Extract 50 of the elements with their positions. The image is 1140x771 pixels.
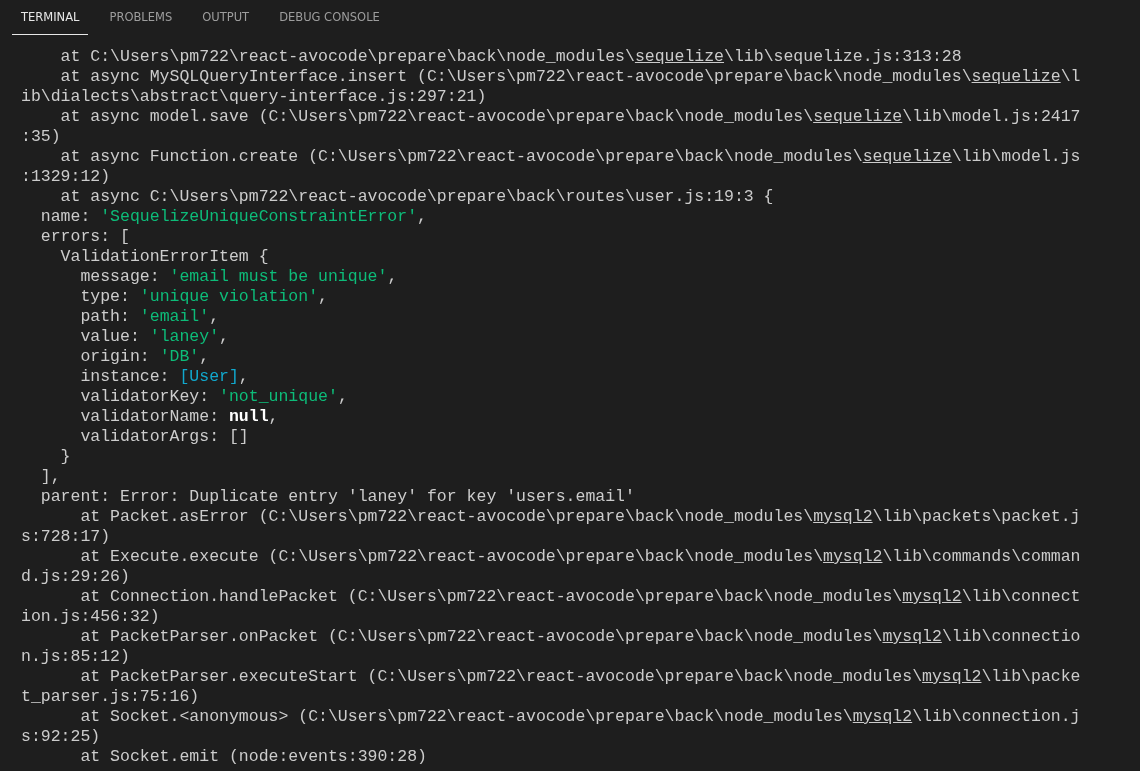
file-link[interactable]: mysql2: [852, 707, 913, 726]
file-link[interactable]: sequelize: [634, 47, 725, 66]
panel-tab[interactable]: OUTPUT: [193, 0, 259, 35]
file-link[interactable]: sequelize: [813, 107, 903, 126]
panel-tab[interactable]: PROBLEMS: [100, 0, 182, 35]
file-link[interactable]: mysql2: [922, 667, 982, 686]
terminal-line: path: 'email',: [79, 307, 221, 327]
terminal-line: }: [59, 447, 72, 467]
terminal-line: validatorArgs: []: [79, 427, 250, 447]
terminal-line: value: 'laney',: [79, 327, 230, 347]
terminal-line: at C:\Users\pm722\react-avocode\prepare\back\node_modules\sequelize\lib\sequelize.js:313:28: [59, 47, 963, 67]
terminal-line: at async model.save (C:\Users\pm722\react-avocode\prepare\back\node_modules\sequelize\lib\model.js:2417: [59, 107, 1082, 127]
file-link[interactable]: sequelize: [971, 67, 1061, 86]
terminal-line: validatorName: null,: [79, 407, 280, 427]
terminal-line: at async MySQLQueryInterface.insert (C:\Users\pm722\react-avocode\prepare\back\node_modules\sequelize\l: [59, 67, 1082, 87]
terminal-line: t_parser.js:75:16): [21, 687, 201, 707]
terminal-line: at Packet.asError (C:\Users\pm722\react-avocode\prepare\back\node_modules\mysql2\lib\packets\packet.j: [79, 507, 1082, 527]
terminal-line: ValidationErrorItem {: [59, 247, 270, 267]
terminal-line: at async C:\Users\pm722\react-avocode\prepare\back\routes\user.js:19:3 {: [59, 187, 775, 207]
panel-tab[interactable]: DEBUG CONSOLE: [270, 0, 389, 35]
terminal-line: at Connection.handlePacket (C:\Users\pm722\react-avocode\prepare\back\node_modules\mysql2\lib\connect: [79, 587, 1082, 607]
terminal-line: instance: [User],: [79, 367, 250, 387]
file-link[interactable]: mysql2: [823, 547, 883, 566]
panel-tab[interactable]: TERMINAL: [12, 0, 89, 35]
terminal-line: origin: 'DB',: [79, 347, 211, 367]
terminal-line: n.js:85:12): [21, 647, 131, 667]
file-link[interactable]: sequelize: [862, 147, 952, 166]
terminal-line: type: 'unique violation',: [79, 287, 329, 307]
file-link[interactable]: mysql2: [882, 627, 942, 646]
terminal-line: d.js:29:26): [21, 567, 131, 587]
terminal-line: name: 'SequelizeUniqueConstraintError',: [39, 207, 428, 227]
terminal-line: errors: [: [39, 227, 131, 247]
terminal-line: at Socket.<anonymous> (C:\Users\pm722\react-avocode\prepare\back\node_modules\mysql2\lib\connection.j: [79, 707, 1082, 727]
terminal-line: ],: [39, 467, 62, 487]
terminal-line: ib\dialects\abstract\query-interface.js:297:21): [21, 87, 488, 107]
terminal-line: :1329:12): [21, 167, 112, 187]
terminal-line: s:728:17): [21, 527, 112, 547]
terminal-line: :35): [21, 127, 62, 147]
terminal-line: at Socket.emit (node:events:390:28): [79, 747, 428, 767]
terminal-line: s:92:25): [21, 727, 102, 747]
terminal-line: validatorKey: 'not_unique',: [79, 387, 349, 407]
terminal-line: message: 'email must be unique',: [79, 267, 399, 287]
terminal-line: at PacketParser.onPacket (C:\Users\pm722\react-avocode\prepare\back\node_modules\mysql2\lib\connectio: [79, 627, 1082, 647]
terminal-line: ion.js:456:32): [21, 607, 161, 627]
terminal-line: at PacketParser.executeStart (C:\Users\pm722\react-avocode\prepare\back\node_modules\mysql2\lib\packe: [79, 667, 1082, 687]
terminal-line: at async Function.create (C:\Users\pm722\react-avocode\prepare\back\node_modules\sequelize\lib\model.js: [59, 147, 1082, 167]
file-link[interactable]: mysql2: [813, 507, 873, 526]
file-link[interactable]: mysql2: [902, 587, 962, 606]
terminal-line: at Execute.execute (C:\Users\pm722\react-avocode\prepare\back\node_modules\mysql2\lib\commands\comman: [79, 547, 1082, 567]
terminal-line: parent: Error: Duplicate entry 'laney' for key 'users.email': [39, 487, 636, 507]
